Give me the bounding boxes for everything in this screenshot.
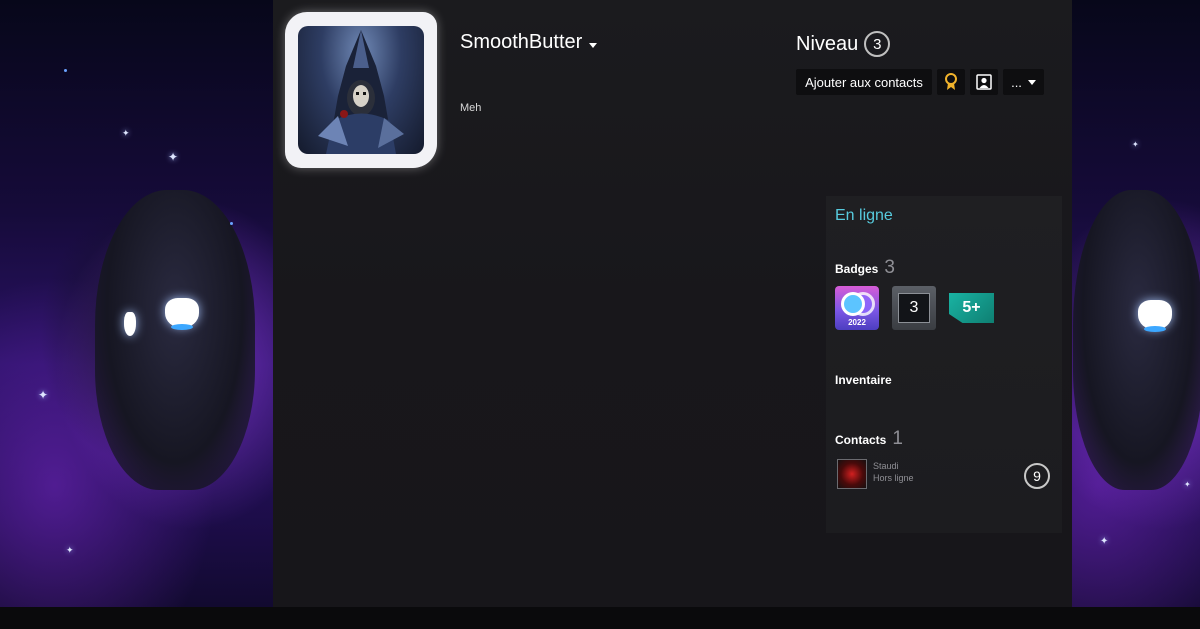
badges-title: Badges <box>835 262 879 276</box>
badge-years: 3 <box>898 293 930 323</box>
profile-right-column: En ligne Badges 3 2022 3 5+ Inventaire C… <box>826 196 1062 533</box>
level-label: Niveau <box>796 32 859 55</box>
inventory-link[interactable]: Inventaire <box>835 373 892 387</box>
star-dot <box>64 69 67 72</box>
more-actions-button[interactable]: ... <box>1003 69 1044 95</box>
level-badge[interactable]: 3 <box>864 31 891 57</box>
view-profile-button[interactable] <box>970 69 998 95</box>
friend-status: Hors ligne <box>873 473 914 483</box>
avatar-frame[interactable] <box>285 12 437 168</box>
contacts-title: Contacts <box>835 433 887 447</box>
chevron-down-icon[interactable] <box>589 43 598 48</box>
level-block: Niveau 3 <box>796 31 891 57</box>
badges-count: 3 <box>884 257 895 278</box>
friend-level-badge[interactable]: 9 <box>1024 463 1050 489</box>
steam-2022-badge[interactable]: 2022 <box>835 286 879 330</box>
star: ✦ <box>1132 140 1139 149</box>
friend-avatar[interactable] <box>837 459 867 489</box>
glowing-eye <box>1138 300 1172 332</box>
online-status: En ligne <box>835 207 893 224</box>
persona-name-text: SmoothButter <box>460 31 583 53</box>
star: ✦ <box>1184 480 1191 489</box>
years-service-badge[interactable]: 3 <box>892 286 936 330</box>
friend-info: Staudi Hors ligne <box>873 459 914 489</box>
glowing-eye <box>165 298 199 330</box>
glowing-eye <box>124 312 136 336</box>
contacts-count: 1 <box>892 428 903 449</box>
game-collector-badge[interactable]: 5+ <box>949 293 994 323</box>
contacts-header[interactable]: Contacts 1 <box>835 428 903 450</box>
badge-ring <box>841 292 865 316</box>
star: ✦ <box>1100 536 1109 547</box>
star: ✦ <box>66 545 74 555</box>
badge-year: 2022 <box>848 318 866 327</box>
star: ✦ <box>38 388 49 402</box>
chevron-down-icon <box>1027 80 1036 85</box>
avatar[interactable] <box>298 26 424 154</box>
hooded-warrior-icon <box>318 30 404 154</box>
profile-panel: SmoothButter Meh Niveau 3 Ajouter aux co… <box>273 0 1072 607</box>
bottom-bar <box>0 607 1200 629</box>
shadow-creature-silhouette <box>95 190 255 490</box>
add-friend-button[interactable]: Ajouter aux contacts <box>796 69 932 95</box>
profile-summary: Meh <box>460 102 482 114</box>
more-label: ... <box>1011 74 1022 90</box>
star-dot <box>230 222 233 225</box>
inventory-title: Inventaire <box>835 373 892 387</box>
friend-name[interactable]: Staudi <box>873 460 914 472</box>
badges-header[interactable]: Badges 3 <box>835 257 895 279</box>
profile-icon <box>976 74 992 90</box>
award-icon <box>945 73 957 90</box>
friend-item[interactable]: Staudi Hors ligne <box>837 459 914 489</box>
star: ✦ <box>168 150 179 164</box>
right-background-art: ✦ ✦ ✦ <box>1072 0 1200 607</box>
shadow-creature-silhouette <box>1073 190 1200 490</box>
left-background-art: ✦ ✦ ✦ ✦ <box>0 0 273 607</box>
persona-name[interactable]: SmoothButter <box>460 31 598 54</box>
profile-actions: Ajouter aux contacts ... <box>796 69 1044 95</box>
award-button[interactable] <box>937 69 965 95</box>
star: ✦ <box>122 128 130 138</box>
